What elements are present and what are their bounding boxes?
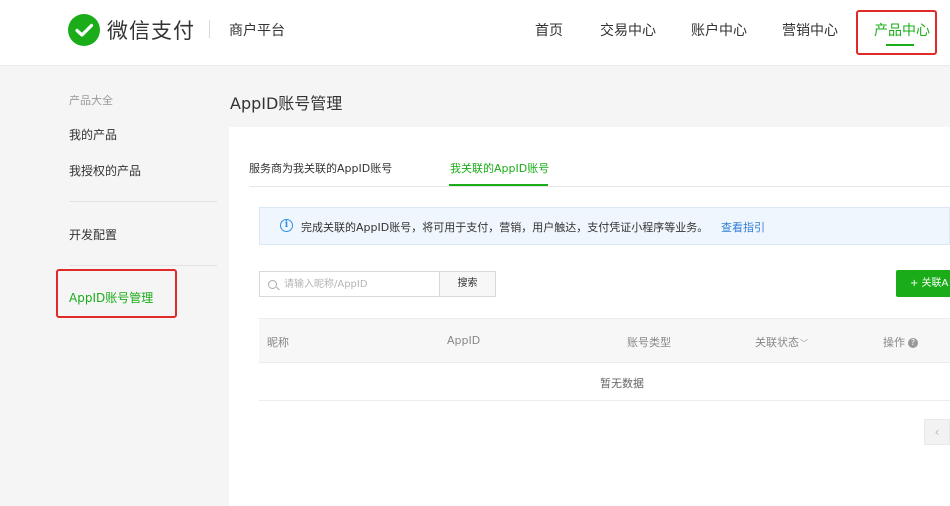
sidebar-item-authorized-products[interactable]: 我授权的产品 [69, 162, 141, 179]
sidebar-item-my-products[interactable]: 我的产品 [69, 126, 117, 143]
wechat-pay-logo[interactable]: 微信支付 [68, 14, 195, 46]
column-actions-label: 操作 [883, 336, 905, 349]
search-button[interactable]: 搜索 [439, 271, 496, 297]
highlight-box-product-center [856, 10, 937, 55]
search-box [259, 271, 440, 297]
add-link-appid-button[interactable]: + 关联A [896, 270, 950, 297]
wechat-pay-icon [68, 14, 100, 46]
column-account-type: 账号类型 [627, 336, 671, 349]
tab-my-linked-appid[interactable]: 我关联的AppID账号 [450, 160, 549, 176]
column-nickname: 昵称 [267, 336, 289, 349]
prev-page-button[interactable]: ‹ [924, 419, 950, 445]
platform-name: 商户平台 [229, 23, 285, 39]
help-icon[interactable]: ? [908, 338, 918, 348]
table-empty-row: 暂无数据 [259, 363, 950, 401]
column-link-status-label: 关联状态 [755, 336, 799, 349]
table-header: 昵称 AppID 账号类型 关联状态﹀ 操作? [259, 318, 950, 363]
chevron-down-icon: ﹀ [800, 339, 808, 348]
sidebar-divider [69, 265, 217, 266]
highlight-box-appid-management [56, 269, 177, 318]
content-card: 服务商为我关联的AppID账号 我关联的AppID账号 i 完成关联的AppID… [229, 127, 950, 506]
page-title: AppID账号管理 [230, 94, 343, 113]
empty-text: 暂无数据 [600, 377, 644, 390]
sidebar-divider [69, 201, 217, 202]
sidebar-item-dev-config[interactable]: 开发配置 [69, 226, 117, 243]
nav-account-center[interactable]: 账户中心 [691, 20, 747, 40]
search-icon [268, 280, 277, 289]
info-icon: i [280, 219, 293, 232]
tab-bar: 服务商为我关联的AppID账号 我关联的AppID账号 [249, 127, 950, 187]
column-actions: 操作? [883, 334, 918, 350]
tab-active-indicator [449, 184, 548, 186]
column-appid: AppID [447, 334, 481, 347]
sidebar-section-title: 产品大全 [69, 94, 113, 107]
tab-provider-linked-appid[interactable]: 服务商为我关联的AppID账号 [249, 160, 392, 176]
top-header: 微信支付 商户平台 首页 交易中心 账户中心 营销中心 产品中心 [0, 0, 950, 66]
column-link-status[interactable]: 关联状态﹀ [755, 334, 808, 350]
search-input[interactable] [284, 272, 434, 296]
info-notice: i 完成关联的AppID账号，将可用于支付，营销，用户触达，支付凭证小程序等业务… [259, 207, 950, 245]
header-divider [209, 20, 210, 38]
notice-text: 完成关联的AppID账号，将可用于支付，营销，用户触达，支付凭证小程序等业务。 [301, 221, 709, 234]
view-guide-link[interactable]: 查看指引 [721, 219, 765, 235]
brand-name: 微信支付 [107, 19, 195, 43]
nav-marketing-center[interactable]: 营销中心 [782, 20, 838, 40]
nav-home[interactable]: 首页 [535, 20, 563, 40]
nav-trade-center[interactable]: 交易中心 [600, 20, 656, 40]
